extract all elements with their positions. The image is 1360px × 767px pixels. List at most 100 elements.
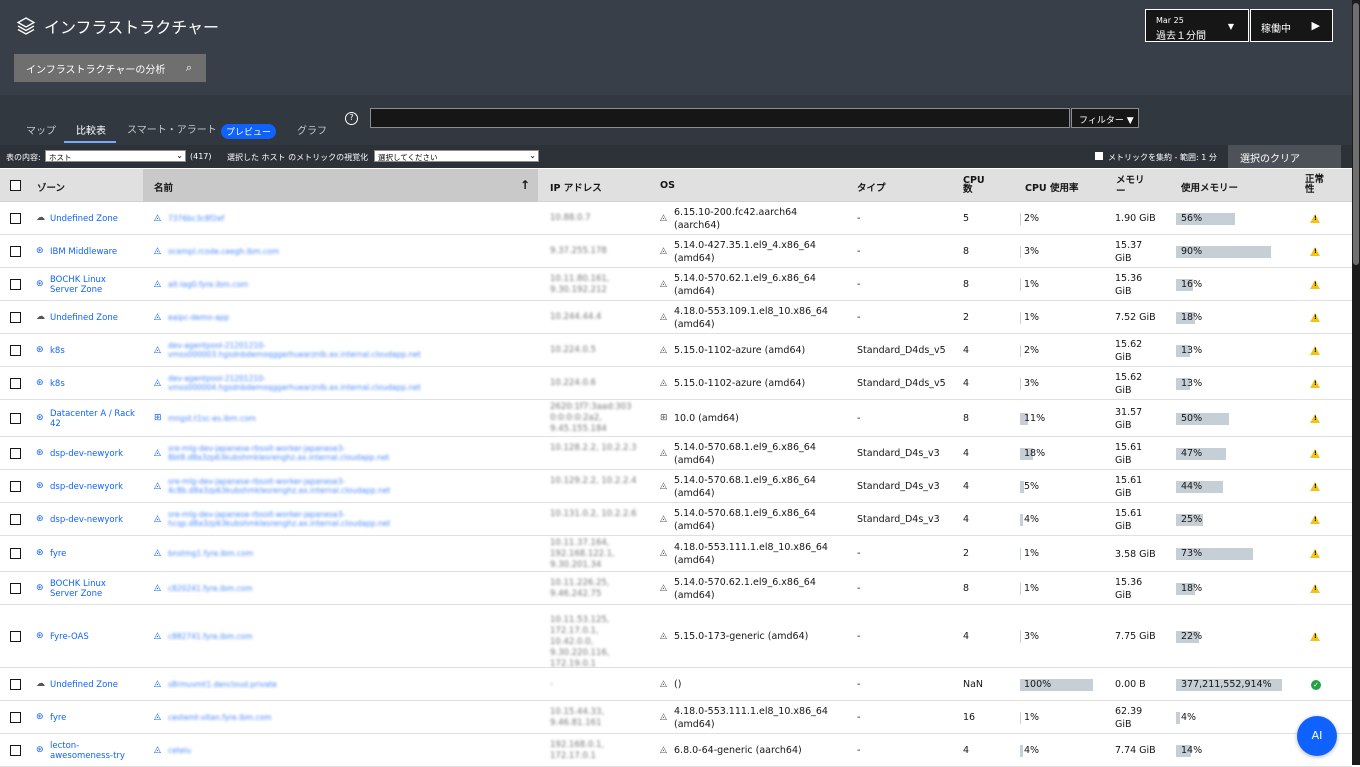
row-checkbox[interactable] (10, 548, 21, 559)
row-checkbox[interactable] (10, 447, 21, 459)
col-type[interactable]: タイプ (857, 180, 886, 194)
col-zone[interactable]: ゾーン (37, 180, 65, 194)
zone-link[interactable]: Fyre-OAS (50, 632, 135, 642)
zone-icon: ⊛ (36, 480, 44, 491)
cpu-count: 4 (963, 630, 970, 642)
cpu-usage-value: 3% (1024, 377, 1040, 389)
cpu-count: 5 (963, 212, 970, 224)
host-name-link[interactable]: s8rmuvmt1.dencloud.private (168, 680, 413, 689)
host-name-link[interactable]: sre-mlg-dev-japanese-rbsoit-worker-japan… (168, 477, 413, 495)
scrollbar-thumb[interactable] (1353, 3, 1359, 265)
row-checkbox[interactable] (10, 344, 21, 356)
zone-link[interactable]: Undefined Zone (50, 680, 135, 690)
zone-link[interactable]: k8s (50, 346, 135, 356)
clear-selection-button[interactable]: 選択のクリア (1228, 145, 1341, 168)
cpu-usage-value: 1% (1024, 311, 1040, 323)
col-cpu-usage[interactable]: CPU 使用率 (1025, 180, 1078, 194)
zone-link[interactable]: k8s (50, 379, 135, 389)
col-ip[interactable]: IP アドレス (550, 180, 602, 194)
host-name-link[interactable]: ait-lag0.fyre.ibm.com (168, 280, 413, 289)
analyze-infrastructure-button[interactable]: インフラストラクチャーの分析 ⌕ (14, 54, 206, 82)
cpu-usage-bar (1020, 344, 1021, 357)
zone-link[interactable]: fyre (50, 549, 135, 559)
host-name-link[interactable]: 7376bc3c8f2ef (168, 214, 413, 223)
host-name-link[interactable]: bnstmg1.fyre.ibm.com (168, 549, 413, 558)
row-checkbox[interactable] (10, 212, 21, 224)
col-cpu-count[interactable]: CPU 数 (963, 176, 991, 195)
row-checkbox[interactable] (10, 711, 21, 723)
sorted-column-highlight (143, 169, 538, 202)
host-name-link[interactable]: dev-agentpool-21201210-vmss000004.hgsdnb… (168, 374, 421, 392)
host-name-link[interactable]: ocempl.rcode.ceegh.ibm.com (168, 247, 413, 256)
host-name-link[interactable]: sre-mlg-dev-japanese-rbsoit-worker-japan… (168, 510, 413, 528)
tab-map[interactable]: マップ (26, 122, 56, 137)
select-all-checkbox[interactable] (10, 180, 21, 191)
tab-smart-alerts[interactable]: スマート・アラート (127, 121, 217, 136)
tab-graph[interactable]: グラフ (297, 122, 327, 137)
host-name-link[interactable]: c882741.fyre.ibm.com (168, 632, 413, 641)
host-name-link[interactable]: dev-agentpool-21201210-vmss000003.hgsdnb… (168, 341, 421, 359)
os-version: 5.15.0-173-generic (amd64) (674, 631, 809, 642)
cloud-icon: ☁ (36, 212, 45, 223)
help-icon[interactable]: ? (345, 112, 358, 125)
zone-link[interactable]: IBM Middleware (50, 247, 135, 257)
row-checkbox[interactable] (10, 744, 21, 756)
row-checkbox[interactable] (10, 278, 21, 290)
row-checkbox[interactable] (10, 678, 21, 690)
zone-link[interactable]: Datacenter A / Rack 42 (50, 409, 135, 429)
host-name-link[interactable]: sre-mlg-dev-japanese-rbsoit-worker-japan… (168, 444, 413, 462)
col-memory-used[interactable]: 使用メモリー (1181, 180, 1238, 194)
row-checkbox[interactable] (10, 245, 21, 257)
table-content-label: 表の内容: (6, 153, 41, 162)
host-name-link[interactable]: c820241.fyre.ibm.com (168, 584, 413, 593)
row-checkbox[interactable] (10, 513, 21, 525)
table-content-select[interactable]: ホスト ⌄ (45, 150, 186, 162)
ai-assistant-button[interactable]: AI (1297, 716, 1337, 756)
row-checkbox[interactable] (10, 412, 21, 424)
time-range-picker[interactable]: Mar 25 過去１分間 ▼ (1145, 9, 1249, 42)
linux-icon: ◬ (660, 744, 667, 755)
zone-link[interactable]: BOCHK Linux Server Zone (50, 579, 135, 599)
zone-link[interactable]: dsp-dev-newyork (50, 515, 135, 525)
sort-ascending-icon[interactable]: ↑ (520, 178, 530, 192)
tab-comparison-table[interactable]: 比較表 (76, 122, 106, 137)
host-name-link[interactable]: eaipc-demo-app (168, 313, 413, 322)
aggregate-checkbox[interactable] (1095, 152, 1103, 160)
table-header: ゾーン 名前 ↑ IP アドレス OS タイプ CPU 数 CPU 使用率 メモ… (0, 169, 1352, 202)
host-name-link[interactable]: ceteiu (168, 746, 413, 755)
zone-link[interactable]: Undefined Zone (50, 313, 135, 323)
zone-link[interactable]: fyre (50, 713, 135, 723)
row-checkbox[interactable] (10, 480, 21, 492)
host-name-link[interactable]: mngst.t1sc-es.ibm.com (168, 414, 413, 423)
row-checkbox[interactable] (10, 311, 21, 323)
cpu-usage-value: 100% (1024, 678, 1052, 690)
col-os[interactable]: OS (660, 180, 675, 191)
memory-total: 15.61 GiB (1115, 474, 1143, 499)
filter-button[interactable]: フィルター ▼ (1071, 108, 1139, 128)
zone-link[interactable]: Undefined Zone (50, 214, 135, 224)
col-name[interactable]: 名前 (154, 180, 173, 194)
memory-total: 15.62 GiB (1115, 338, 1143, 363)
zone-icon: ⊛ (36, 630, 44, 641)
zone-link[interactable]: dsp-dev-newyork (50, 449, 135, 459)
search-input[interactable] (370, 108, 1070, 128)
col-memory[interactable]: メモリー (1116, 175, 1146, 197)
zone-link[interactable]: lecton-awesomeness-try (50, 741, 135, 761)
cpu-usage-value: 4% (1024, 513, 1040, 525)
instance-type: - (857, 412, 861, 424)
row-checkbox[interactable] (10, 582, 21, 594)
visualize-metric-select[interactable]: 選択してください ⌄ (374, 150, 539, 162)
row-checkbox[interactable] (10, 377, 21, 389)
zone-link[interactable]: dsp-dev-newyork (50, 482, 135, 492)
row-checkbox[interactable] (10, 630, 21, 642)
live-toggle-button[interactable]: 稼働中 ▶ (1250, 9, 1333, 42)
memory-total: 15.37 GiB (1115, 239, 1143, 264)
col-health[interactable]: 正常性 (1305, 175, 1325, 195)
zone-link[interactable]: BOCHK Linux Server Zone (50, 275, 135, 295)
memory-total: 7.74 GiB (1115, 745, 1156, 756)
host-name-link[interactable]: cestemt-vitan.fyre.ibm.com (168, 713, 413, 722)
cpu-usage-bar (1020, 548, 1021, 560)
instance-type: - (857, 245, 861, 257)
linux-icon: ◬ (660, 548, 667, 558)
host-icon: ◬ (154, 582, 161, 593)
